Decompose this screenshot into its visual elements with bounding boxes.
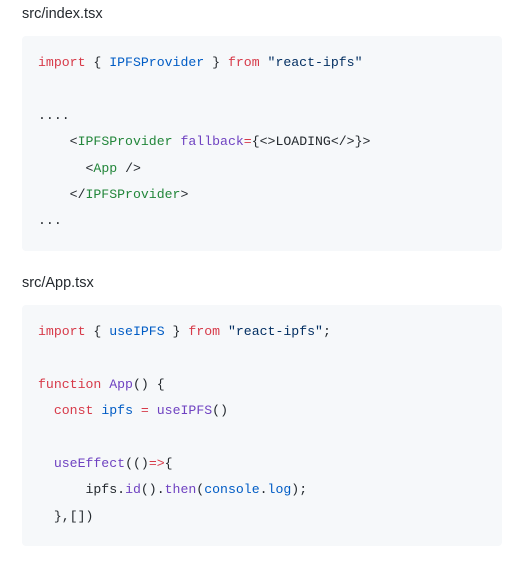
code-token: <	[70, 134, 78, 149]
code-token: <>	[260, 134, 276, 149]
code-token	[260, 55, 268, 70]
code-token: useIPFS	[109, 324, 164, 339]
code-token: App	[109, 377, 133, 392]
code-token: fallback	[180, 134, 243, 149]
code-line: </IPFSProvider>	[38, 182, 486, 208]
code-token: </>	[331, 134, 355, 149]
code-token: IPFSProvider	[78, 134, 173, 149]
code-line: const ipfs = useIPFS()	[38, 398, 486, 424]
code-token	[149, 403, 157, 418]
code-token	[38, 350, 46, 365]
code-token: {	[85, 55, 109, 70]
code-token	[38, 403, 54, 418]
code-token: ...	[38, 213, 62, 228]
code-token: function	[38, 377, 101, 392]
code-token: {	[252, 134, 260, 149]
code-token: >	[363, 134, 371, 149]
code-token: ()	[212, 403, 228, 418]
code-token	[133, 403, 141, 418]
code-token: IPFSProvider	[85, 187, 180, 202]
code-token	[38, 134, 70, 149]
code-line: ipfs.id().then(console.log);	[38, 477, 486, 503]
code-token: {	[85, 324, 109, 339]
code-token: from	[228, 55, 260, 70]
code-token: {	[165, 456, 173, 471]
code-token: }	[165, 324, 189, 339]
code-token: (()	[125, 456, 149, 471]
code-token: =	[244, 134, 252, 149]
code-token: "react-ipfs"	[228, 324, 323, 339]
code-token: console	[204, 482, 259, 497]
code-token: >	[180, 187, 188, 202]
code-line: },[])	[38, 504, 486, 530]
code-line: <App />	[38, 156, 486, 182]
code-token: LOADING	[275, 134, 330, 149]
code-token: =>	[149, 456, 165, 471]
file-path-label: src/index.tsx	[22, 6, 502, 22]
code-token: ipfs	[101, 403, 133, 418]
code-line: ...	[38, 208, 486, 234]
code-line: ....	[38, 103, 486, 129]
code-token	[220, 324, 228, 339]
code-token: then	[165, 482, 197, 497]
code-block-app[interactable]: import { useIPFS } from "react-ipfs"; fu…	[22, 305, 502, 546]
code-token: "react-ipfs"	[268, 55, 363, 70]
code-token: />	[117, 161, 141, 176]
code-token: ....	[38, 108, 70, 123]
code-token: IPFSProvider	[109, 55, 204, 70]
code-block-index[interactable]: import { IPFSProvider } from "react-ipfs…	[22, 36, 502, 251]
code-token	[38, 187, 70, 202]
code-token: }	[204, 55, 228, 70]
code-token: useIPFS	[157, 403, 212, 418]
code-line: <IPFSProvider fallback={<>LOADING</>}>	[38, 129, 486, 155]
file-path-label: src/App.tsx	[22, 275, 502, 291]
code-line: function App() {	[38, 372, 486, 398]
code-token: import	[38, 55, 85, 70]
code-line: import { IPFSProvider } from "react-ipfs…	[38, 50, 486, 76]
code-token: }	[355, 134, 363, 149]
code-token: App	[93, 161, 117, 176]
code-token	[38, 81, 46, 96]
code-token: ;	[323, 324, 331, 339]
document-body: src/index.tsx import { IPFSProvider } fr…	[0, 6, 524, 546]
code-token: .	[260, 482, 268, 497]
code-token: from	[188, 324, 220, 339]
code-line: import { useIPFS } from "react-ipfs";	[38, 319, 486, 345]
code-token: =	[141, 403, 149, 418]
code-line	[38, 345, 486, 371]
code-token: () {	[133, 377, 165, 392]
code-token	[38, 456, 54, 471]
code-token: ().	[141, 482, 165, 497]
code-line	[38, 424, 486, 450]
code-token: const	[54, 403, 94, 418]
code-token: id	[125, 482, 141, 497]
code-token: );	[291, 482, 307, 497]
code-token: useEffect	[54, 456, 125, 471]
code-token: ipfs.	[38, 482, 125, 497]
code-token	[38, 161, 85, 176]
code-token: log	[268, 482, 292, 497]
code-token: import	[38, 324, 85, 339]
code-token: </	[70, 187, 86, 202]
code-line	[38, 76, 486, 102]
code-token	[38, 429, 46, 444]
code-token: },[])	[38, 509, 93, 524]
code-line: useEffect(()=>{	[38, 451, 486, 477]
